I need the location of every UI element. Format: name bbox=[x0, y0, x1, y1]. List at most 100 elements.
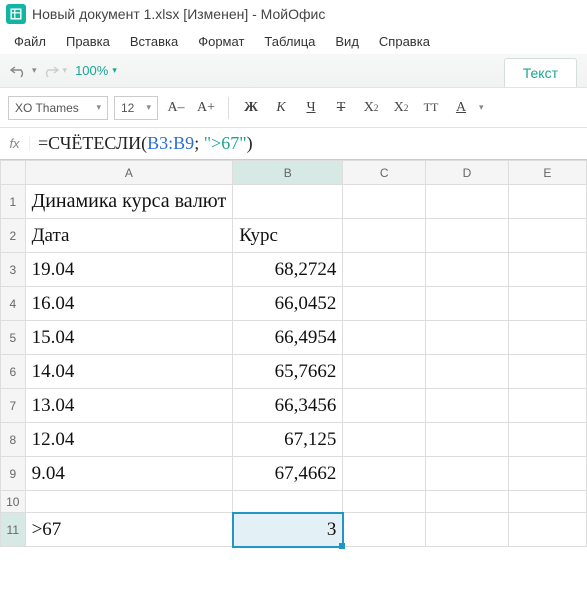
underline-button[interactable]: Ч bbox=[299, 96, 323, 120]
row-header-9[interactable]: 9 bbox=[1, 457, 26, 491]
cell-e4[interactable] bbox=[508, 287, 586, 321]
cell-d10[interactable] bbox=[426, 491, 509, 513]
cell-a8[interactable]: 12.04 bbox=[25, 423, 233, 457]
cell-e11[interactable] bbox=[508, 513, 586, 547]
cell-e6[interactable] bbox=[508, 355, 586, 389]
menu-table[interactable]: Таблица bbox=[254, 30, 325, 53]
context-tab-text[interactable]: Текст bbox=[504, 58, 577, 87]
menu-view[interactable]: Вид bbox=[325, 30, 369, 53]
cell-d5[interactable] bbox=[426, 321, 509, 355]
col-header-b[interactable]: B bbox=[233, 161, 343, 185]
font-increase-button[interactable]: A+ bbox=[194, 96, 218, 120]
superscript-button[interactable]: X2 bbox=[359, 96, 383, 120]
cell-a2[interactable]: Дата bbox=[25, 219, 233, 253]
cell-a6[interactable]: 14.04 bbox=[25, 355, 233, 389]
cell-a7[interactable]: 13.04 bbox=[25, 389, 233, 423]
subscript-button[interactable]: X2 bbox=[389, 96, 413, 120]
bold-button[interactable]: Ж bbox=[239, 96, 263, 120]
menu-help[interactable]: Справка bbox=[369, 30, 440, 53]
select-all-corner[interactable] bbox=[1, 161, 26, 185]
menu-insert[interactable]: Вставка bbox=[120, 30, 188, 53]
cell-a11[interactable]: >67 bbox=[25, 513, 233, 547]
formula-input[interactable]: =СЧЁТЕСЛИ(B3:B9; ">67") bbox=[30, 133, 587, 154]
cell-b8[interactable]: 67,125 bbox=[233, 423, 343, 457]
col-header-e[interactable]: E bbox=[508, 161, 586, 185]
italic-button[interactable]: К bbox=[269, 96, 293, 120]
menu-format[interactable]: Формат bbox=[188, 30, 254, 53]
cell-a9[interactable]: 9.04 bbox=[25, 457, 233, 491]
cell-e10[interactable] bbox=[508, 491, 586, 513]
row-header-10[interactable]: 10 bbox=[1, 491, 26, 513]
menu-file[interactable]: Файл bbox=[4, 30, 56, 53]
col-header-d[interactable]: D bbox=[426, 161, 509, 185]
cell-d3[interactable] bbox=[426, 253, 509, 287]
cell-d6[interactable] bbox=[426, 355, 509, 389]
cell-a1[interactable]: Динамика курса валют bbox=[25, 185, 233, 219]
cell-b9[interactable]: 67,4662 bbox=[233, 457, 343, 491]
redo-chevron-icon[interactable]: ▾ bbox=[63, 65, 68, 76]
cell-a5[interactable]: 15.04 bbox=[25, 321, 233, 355]
cell-c2[interactable] bbox=[343, 219, 426, 253]
cell-c7[interactable] bbox=[343, 389, 426, 423]
cell-b4[interactable]: 66,0452 bbox=[233, 287, 343, 321]
cell-b6[interactable]: 65,7662 bbox=[233, 355, 343, 389]
font-size-select[interactable]: 12 ▾ bbox=[114, 96, 158, 120]
col-header-c[interactable]: C bbox=[343, 161, 426, 185]
cell-c4[interactable] bbox=[343, 287, 426, 321]
cell-d2[interactable] bbox=[426, 219, 509, 253]
row-header-7[interactable]: 7 bbox=[1, 389, 26, 423]
row-header-2[interactable]: 2 bbox=[1, 219, 26, 253]
cell-d4[interactable] bbox=[426, 287, 509, 321]
allcaps-button[interactable]: ТТ bbox=[419, 96, 443, 120]
cell-a10[interactable] bbox=[25, 491, 233, 513]
font-color-button[interactable]: А bbox=[449, 96, 473, 120]
font-decrease-button[interactable]: A– bbox=[164, 96, 188, 120]
cell-b7[interactable]: 66,3456 bbox=[233, 389, 343, 423]
font-name-select[interactable]: XO Thames ▾ bbox=[8, 96, 108, 120]
cell-e9[interactable] bbox=[508, 457, 586, 491]
row-header-1[interactable]: 1 bbox=[1, 185, 26, 219]
cell-b5[interactable]: 66,4954 bbox=[233, 321, 343, 355]
zoom-chevron-icon[interactable]: ▾ bbox=[112, 65, 117, 76]
cell-e7[interactable] bbox=[508, 389, 586, 423]
row-header-8[interactable]: 8 bbox=[1, 423, 26, 457]
cell-c6[interactable] bbox=[343, 355, 426, 389]
row-header-5[interactable]: 5 bbox=[1, 321, 26, 355]
cell-c3[interactable] bbox=[343, 253, 426, 287]
cell-e2[interactable] bbox=[508, 219, 586, 253]
strikethrough-button[interactable]: Т bbox=[329, 96, 353, 120]
cell-c10[interactable] bbox=[343, 491, 426, 513]
cell-d1[interactable] bbox=[426, 185, 509, 219]
cell-d8[interactable] bbox=[426, 423, 509, 457]
cell-c8[interactable] bbox=[343, 423, 426, 457]
cell-b3[interactable]: 68,2724 bbox=[233, 253, 343, 287]
row-header-3[interactable]: 3 bbox=[1, 253, 26, 287]
cell-c9[interactable] bbox=[343, 457, 426, 491]
cell-b11[interactable]: 3 bbox=[233, 513, 343, 547]
cell-b2[interactable]: Курс bbox=[233, 219, 343, 253]
row-header-4[interactable]: 4 bbox=[1, 287, 26, 321]
cell-a3[interactable]: 19.04 bbox=[25, 253, 233, 287]
cell-c1[interactable] bbox=[343, 185, 426, 219]
cell-c5[interactable] bbox=[343, 321, 426, 355]
redo-button[interactable] bbox=[37, 58, 63, 84]
undo-button[interactable] bbox=[6, 58, 32, 84]
cell-e1[interactable] bbox=[508, 185, 586, 219]
col-header-a[interactable]: A bbox=[25, 161, 233, 185]
cell-d7[interactable] bbox=[426, 389, 509, 423]
cell-b1[interactable] bbox=[233, 185, 343, 219]
cell-b10[interactable] bbox=[233, 491, 343, 513]
menu-edit[interactable]: Правка bbox=[56, 30, 120, 53]
zoom-level[interactable]: 100% bbox=[75, 63, 108, 78]
cell-a4[interactable]: 16.04 bbox=[25, 287, 233, 321]
font-color-chevron-icon[interactable]: ▾ bbox=[479, 102, 484, 113]
cell-d9[interactable] bbox=[426, 457, 509, 491]
fx-label[interactable]: fx bbox=[0, 136, 30, 151]
cell-d11[interactable] bbox=[426, 513, 509, 547]
cell-e8[interactable] bbox=[508, 423, 586, 457]
row-header-6[interactable]: 6 bbox=[1, 355, 26, 389]
cell-e3[interactable] bbox=[508, 253, 586, 287]
row-header-11[interactable]: 11 bbox=[1, 513, 26, 547]
cell-c11[interactable] bbox=[343, 513, 426, 547]
cell-e5[interactable] bbox=[508, 321, 586, 355]
